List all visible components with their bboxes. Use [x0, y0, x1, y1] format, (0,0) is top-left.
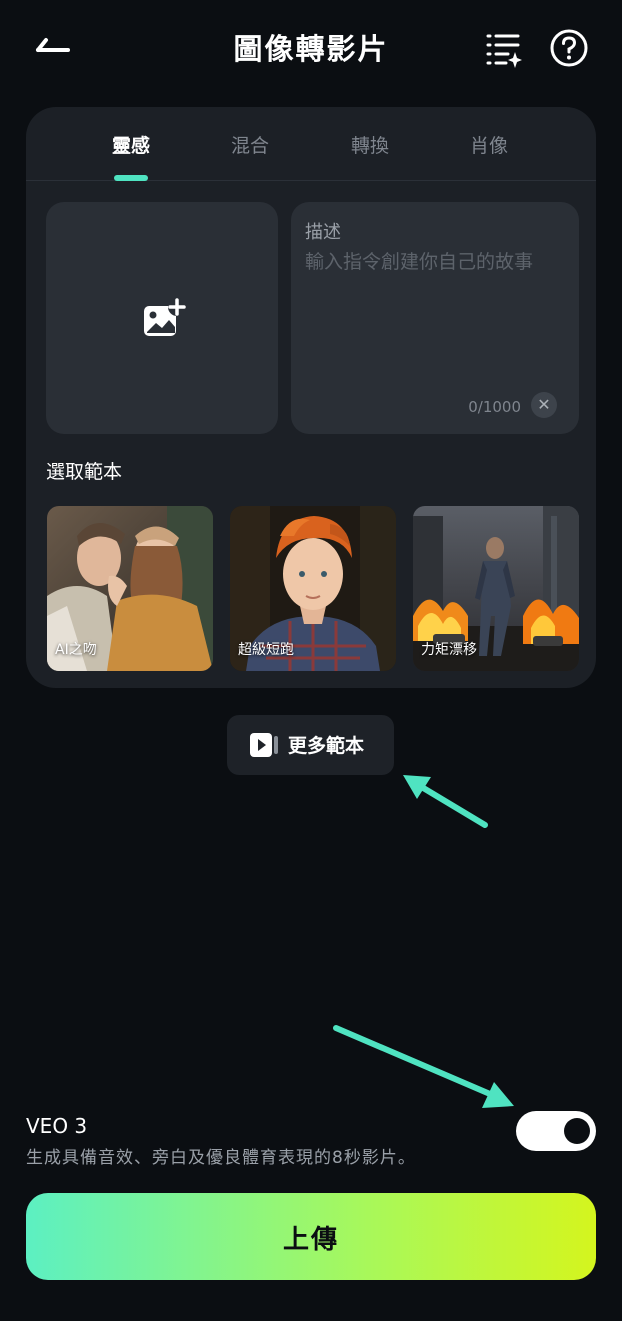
- sparkle-list-icon: [486, 34, 522, 68]
- character-count: 0/1000: [468, 398, 521, 416]
- help-button[interactable]: [549, 28, 589, 68]
- tab-convert[interactable]: 轉換: [310, 131, 430, 158]
- tab-portrait[interactable]: 肖像: [429, 131, 549, 158]
- description-input[interactable]: 描述 輸入指令創建你自己的故事 0/1000 ✕: [291, 202, 579, 434]
- description-label: 描述: [305, 222, 341, 243]
- annotation-arrow-icon: [403, 775, 488, 828]
- page-title: 圖像轉影片: [233, 32, 389, 66]
- annotation-arrow-icon: [333, 1025, 514, 1108]
- tab-mix[interactable]: 混合: [190, 131, 310, 158]
- active-tab-indicator: [114, 175, 148, 181]
- video-template-icon: [250, 733, 278, 757]
- tab-bar: 靈感 混合 轉換 肖像: [26, 107, 596, 181]
- upload-button[interactable]: 上傳: [26, 1193, 596, 1280]
- template-torque-drift[interactable]: 力矩漂移: [413, 506, 579, 671]
- close-icon: ✕: [537, 395, 551, 414]
- template-section-label: 選取範本: [46, 461, 123, 483]
- add-image-icon: [144, 298, 186, 336]
- help-circle-icon: [550, 29, 588, 67]
- veo-description: 生成具備音效、旁白及優良體育表現的8秒影片。: [26, 1148, 416, 1168]
- more-templates-button[interactable]: 更多範本: [227, 715, 394, 775]
- toggle-knob: [564, 1118, 590, 1144]
- template-label: 力矩漂移: [421, 642, 477, 658]
- description-placeholder: 輸入指令創建你自己的故事: [305, 251, 534, 273]
- veo-title: VEO 3: [26, 1114, 88, 1138]
- clear-text-button[interactable]: ✕: [531, 392, 557, 418]
- template-label: 超級短跑: [238, 642, 294, 658]
- veo-toggle[interactable]: [516, 1111, 596, 1151]
- image-upload-area[interactable]: [46, 202, 278, 434]
- template-label: AI之吻: [55, 642, 97, 658]
- more-templates-label: 更多範本: [288, 735, 365, 757]
- tab-inspiration[interactable]: 靈感: [71, 131, 191, 158]
- inspiration-card: 靈感 混合 轉換 肖像 描述 輸入指令創建你自己的故事 0/1000 ✕ 選取範…: [26, 107, 596, 688]
- top-bar: 圖像轉影片: [0, 0, 622, 96]
- template-ai-kiss[interactable]: AI之吻: [47, 506, 213, 671]
- task-list-button[interactable]: [482, 28, 524, 70]
- template-super-sprint[interactable]: 超級短跑: [230, 506, 396, 671]
- upload-button-label: 上傳: [282, 1225, 339, 1255]
